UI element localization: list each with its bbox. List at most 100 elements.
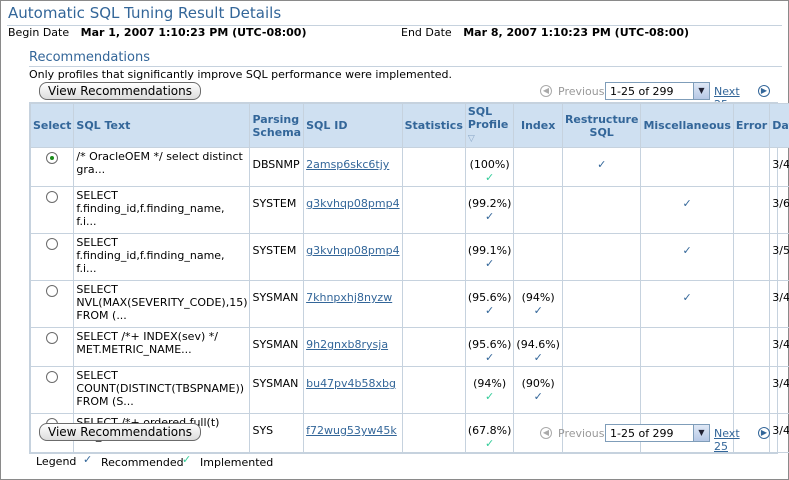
sql-profile-label: SQL Profile (467, 105, 509, 131)
misc-cell (640, 147, 734, 187)
row-radio[interactable] (46, 332, 59, 344)
recommended-check-icon: ✓ (533, 390, 543, 403)
select-cell (29, 147, 75, 187)
sql-profile-cell: (95.6%) ✓ (464, 327, 515, 367)
select-cell (29, 327, 75, 367)
table-row: SELECT COUNT(DISTINCT(TBSPNAME)) FROM (S… (29, 366, 789, 414)
recommended-check-icon: ✓ (682, 197, 692, 210)
index-cell (513, 233, 563, 281)
previous-link[interactable]: Previous (558, 85, 605, 98)
sql-id-link[interactable]: g3kvhqp08pmp4 (306, 244, 399, 257)
error-cell (732, 147, 771, 187)
schema-cell: SYSMAN (249, 280, 305, 328)
view-recommendations-button-bottom[interactable]: View Recommendations (39, 423, 201, 441)
sql-id-link[interactable]: f72wug53yw45k (306, 424, 397, 437)
begin-date-label: Begin Date (8, 26, 70, 39)
sql-profile-value: (99.2%) (467, 197, 512, 210)
index-value: (90%) (521, 377, 555, 390)
col-miscellaneous: Miscellaneous (640, 103, 734, 148)
col-statistics: Statistics (401, 103, 466, 148)
end-date-label: End Date (401, 26, 452, 39)
table-row: SELECT NVL(MAX(SEVERITY_CODE),15) FROM (… (29, 280, 789, 328)
legend-implemented: Implemented (200, 456, 274, 469)
sql-id-cell: bu47pv4b58xbg (303, 366, 403, 414)
sql-id-link[interactable]: bu47pv4b58xbg (306, 377, 396, 390)
range-select-value: 1-25 of 299 (610, 427, 674, 440)
recommendations-table: Select SQL Text Parsing Schema SQL ID St… (29, 102, 789, 454)
row-radio[interactable] (46, 371, 59, 383)
sort-descending-icon: ▽ (467, 134, 475, 144)
table-row: /* OracleOEM */ select distinct gra... DB… (29, 147, 789, 187)
index-cell: (94.6%) ✓ (513, 327, 563, 367)
sql-id-link[interactable]: g3kvhqp08pmp4 (306, 197, 399, 210)
sql-profile-value: (95.6%) (467, 291, 512, 304)
range-select[interactable]: 1-25 of 299 ▼ (605, 424, 710, 442)
row-radio[interactable] (46, 152, 59, 164)
statistics-cell (401, 233, 466, 281)
col-sql-profile[interactable]: SQL Profile ▽ (464, 103, 515, 148)
end-date-value: Mar 8, 2007 1:10:23 PM (UTC-08:00) (463, 26, 690, 39)
end-date: End Date Mar 8, 2007 1:10:23 PM (UTC-08:… (401, 26, 689, 39)
schema-cell: SYSTEM (249, 186, 305, 234)
range-select-value: 1-25 of 299 (610, 85, 674, 98)
recommended-check-icon: ✓ (83, 453, 93, 466)
previous-icon: ◀ (540, 85, 552, 97)
restructure-cell (561, 186, 642, 234)
table-row: SELECT f.finding_id,f.finding_name, f.i.… (29, 233, 789, 281)
col-index: Index (513, 103, 563, 148)
error-cell (732, 233, 771, 281)
recommended-check-icon: ✓ (485, 351, 495, 364)
statistics-cell (401, 413, 466, 453)
sql-id-link[interactable]: 9h2gnxb8rysja (306, 338, 388, 351)
index-cell (513, 186, 563, 234)
previous-link[interactable]: Previous (558, 427, 605, 440)
sql-profile-value: (99.1%) (467, 244, 512, 257)
table-row: SELECT /*+ INDEX(sev) */ MET.METRIC_NAME… (29, 327, 789, 367)
index-cell (513, 147, 563, 187)
select-cell (29, 366, 75, 414)
statistics-cell (401, 327, 466, 367)
index-cell: (94%) ✓ (513, 280, 563, 328)
col-parsing-schema: Parsing Schema (249, 103, 305, 148)
recommended-check-icon: ✓ (485, 210, 495, 223)
section-title: Recommendations (29, 50, 151, 65)
sql-profile-cell: (67.8%) ✓ (464, 413, 515, 453)
recommended-check-icon: ✓ (533, 304, 543, 317)
next-icon[interactable]: ▶ (758, 427, 770, 439)
restructure-cell (561, 327, 642, 367)
col-restructure-sql: Restructure SQL (561, 103, 642, 148)
recommended-check-icon: ✓ (597, 158, 607, 171)
chevron-down-icon: ▼ (693, 425, 709, 441)
sql-profile-cell: (100%) ✓ (464, 147, 515, 187)
recommended-check-icon: ✓ (485, 304, 495, 317)
section-divider (29, 66, 782, 67)
sql-text-cell: SELECT f.finding_id,f.finding_name, f.i.… (73, 233, 251, 281)
range-select[interactable]: 1-25 of 299 ▼ (605, 82, 710, 100)
view-recommendations-button[interactable]: View Recommendations (39, 82, 201, 100)
schema-cell: SYSTEM (249, 233, 305, 281)
implemented-check-icon: ✓ (182, 453, 192, 466)
schema-cell: SYSMAN (249, 327, 305, 367)
sql-profile-cell: (94%) ✓ (464, 366, 515, 414)
misc-cell (640, 366, 734, 414)
row-radio[interactable] (46, 285, 59, 297)
index-value: (94.6%) (516, 338, 560, 351)
next-link[interactable]: Next 25 (714, 427, 740, 453)
row-radio[interactable] (46, 238, 59, 250)
sql-id-cell: 2amsp6skc6tjy (303, 147, 403, 187)
index-cell (513, 413, 563, 453)
sql-profile-value: (94%) (473, 377, 507, 390)
row-radio[interactable] (46, 191, 59, 203)
index-value: (94%) (521, 291, 555, 304)
sql-profile-cell: (99.2%) ✓ (464, 186, 515, 234)
sql-profile-value: (100%) (469, 158, 510, 171)
recommended-check-icon: ✓ (533, 351, 543, 364)
col-sql-text: SQL Text (73, 103, 251, 148)
select-cell (29, 280, 75, 328)
sql-id-link[interactable]: 2amsp6skc6tjy (306, 158, 389, 171)
date-cell: 3/4/07 (769, 147, 789, 187)
sql-profile-cell: (95.6%) ✓ (464, 280, 515, 328)
next-icon[interactable]: ▶ (758, 85, 770, 97)
sql-id-link[interactable]: 7khnpxhj8nyzw (306, 291, 392, 304)
error-cell (732, 186, 771, 234)
